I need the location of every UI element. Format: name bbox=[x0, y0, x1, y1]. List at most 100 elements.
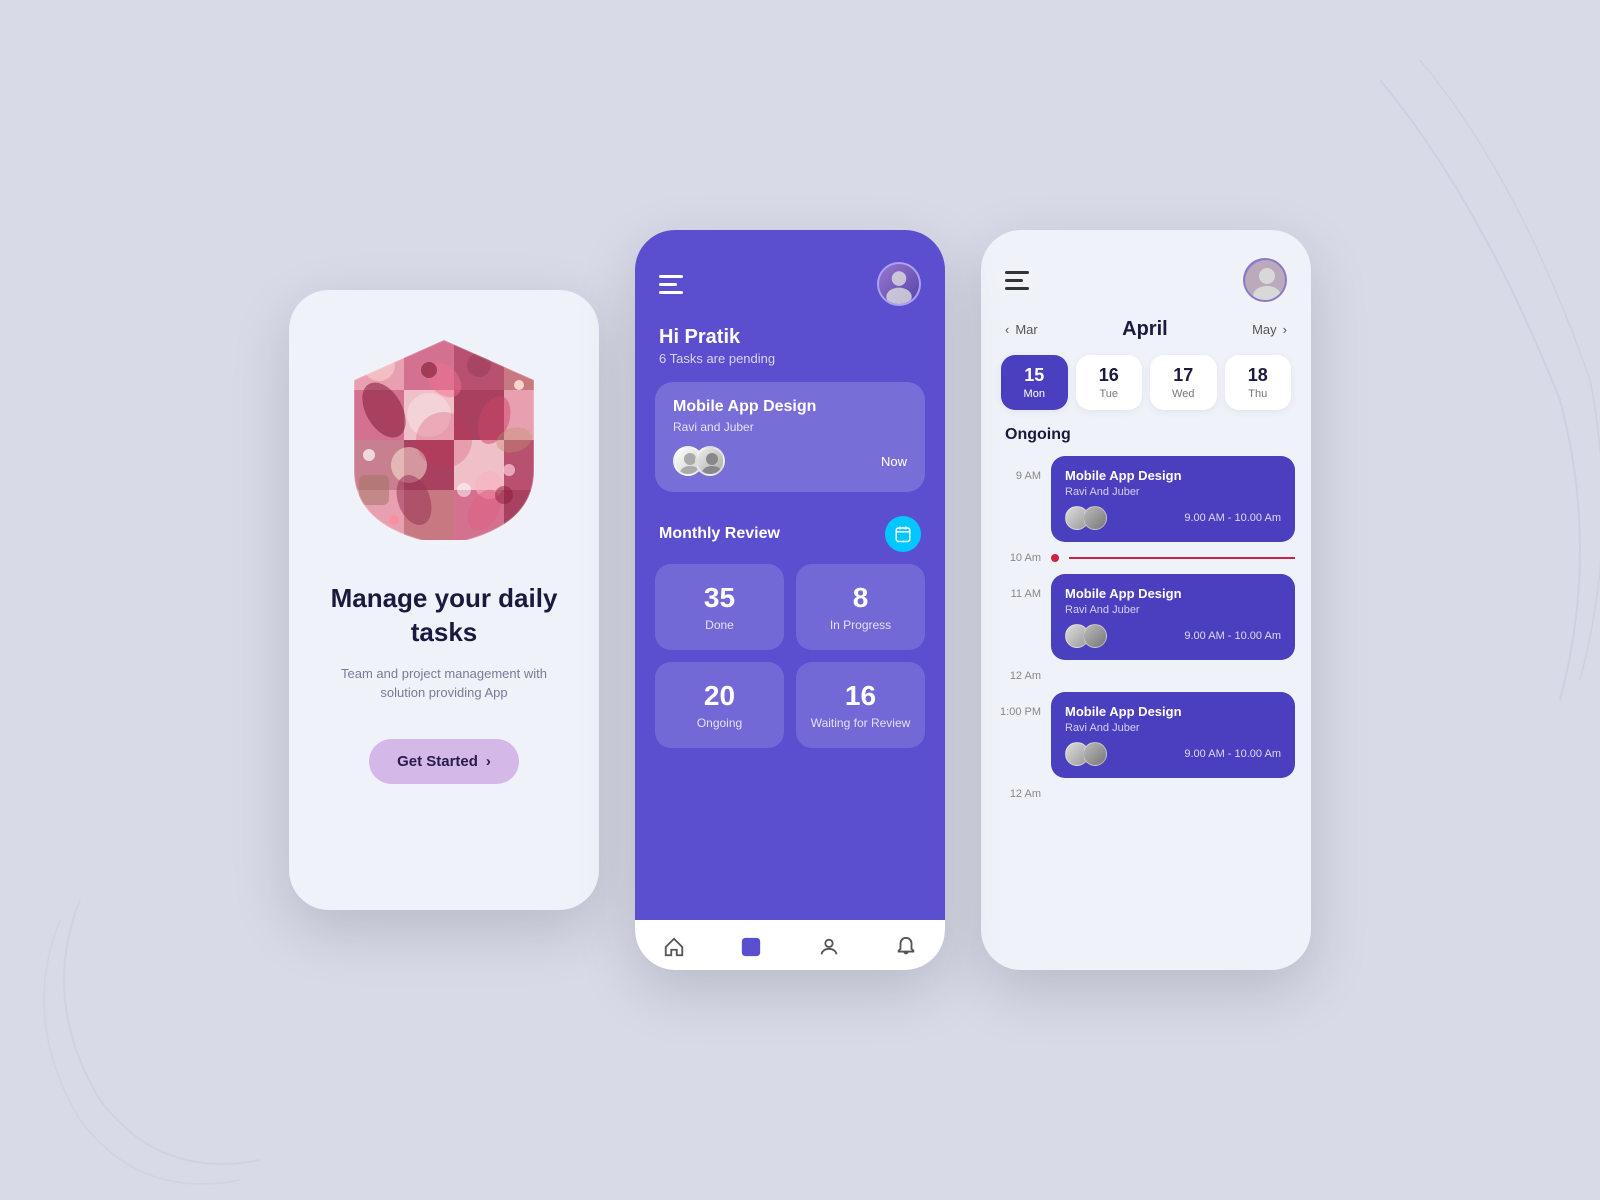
days-selector: 15 Mon 16 Tue 17 Wed 18 Thu bbox=[981, 355, 1311, 426]
event-3-footer: 9.00 AM - 10.00 Am bbox=[1065, 742, 1281, 766]
illustration bbox=[334, 330, 554, 550]
chevron-right-icon: › bbox=[486, 753, 491, 770]
event-2-avatar-2 bbox=[1083, 624, 1107, 648]
hamburger-menu-icon[interactable] bbox=[659, 275, 683, 294]
day-num-18: 18 bbox=[1231, 365, 1286, 386]
nav-tasks-icon[interactable] bbox=[738, 934, 764, 960]
stat-ongoing-label: Ongoing bbox=[697, 716, 742, 730]
timeline-row-2: 11 AM Mobile App Design Ravi And Juber 9… bbox=[997, 574, 1295, 660]
chevron-left-icon: ‹ bbox=[1005, 322, 1009, 337]
event-2-avatars bbox=[1065, 624, 1101, 648]
get-started-label: Get Started bbox=[397, 753, 478, 770]
stat-done-number: 35 bbox=[704, 582, 735, 614]
screen3-user-avatar[interactable] bbox=[1243, 258, 1287, 302]
timeline-row-3: 1:00 PM Mobile App Design Ravi And Juber… bbox=[997, 692, 1295, 778]
time-label-9am: 9 AM bbox=[997, 456, 1041, 482]
ongoing-section-title: Ongoing bbox=[981, 426, 1311, 456]
screens-container: Manage your daily tasks Team and project… bbox=[289, 230, 1311, 970]
event-3-title: Mobile App Design bbox=[1065, 704, 1281, 719]
stat-waiting: 16 Waiting for Review bbox=[796, 662, 925, 748]
event-1-avatar-2 bbox=[1083, 506, 1107, 530]
day-17-wed[interactable]: 17 Wed bbox=[1150, 355, 1217, 410]
timeline-divider: 10 Am bbox=[997, 552, 1295, 564]
stat-waiting-number: 16 bbox=[845, 680, 876, 712]
day-name-thu: Thu bbox=[1231, 388, 1286, 400]
nav-profile-icon[interactable] bbox=[816, 934, 842, 960]
monthly-review-title: Monthly Review bbox=[659, 525, 780, 543]
day-name-tue: Tue bbox=[1082, 388, 1137, 400]
screen3-header bbox=[981, 230, 1311, 318]
nav-home-icon[interactable] bbox=[661, 934, 687, 960]
day-num-17: 17 bbox=[1156, 365, 1211, 386]
task-avatar-2 bbox=[695, 446, 725, 476]
event-3-time-range: 9.00 AM - 10.00 Am bbox=[1184, 748, 1281, 760]
screen2-header bbox=[635, 230, 945, 322]
stat-done: 35 Done bbox=[655, 564, 784, 650]
user-avatar[interactable] bbox=[877, 262, 921, 306]
nav-notifications-icon[interactable] bbox=[893, 934, 919, 960]
event-2-footer: 9.00 AM - 10.00 Am bbox=[1065, 624, 1281, 648]
event-1-sub: Ravi And Juber bbox=[1065, 486, 1281, 498]
chevron-right-icon: › bbox=[1283, 322, 1287, 337]
task-avatars bbox=[673, 446, 717, 476]
event-1-time-range: 9.00 AM - 10.00 Am bbox=[1184, 512, 1281, 524]
day-num-16: 16 bbox=[1082, 365, 1137, 386]
monthly-review-header: Monthly Review bbox=[635, 508, 945, 564]
onboarding-title: Manage your daily tasks bbox=[319, 582, 569, 650]
stat-waiting-label: Waiting for Review bbox=[811, 716, 911, 730]
event-2-title: Mobile App Design bbox=[1065, 586, 1281, 601]
day-name-mon: Mon bbox=[1007, 388, 1062, 400]
stat-ongoing: 20 Ongoing bbox=[655, 662, 784, 748]
prev-month-label: Mar bbox=[1015, 322, 1037, 337]
next-month-button[interactable]: May › bbox=[1252, 322, 1287, 337]
stat-progress-number: 8 bbox=[853, 582, 869, 614]
stat-progress-label: In Progress bbox=[830, 618, 891, 632]
event-card-2[interactable]: Mobile App Design Ravi And Juber 9.00 AM… bbox=[1051, 574, 1295, 660]
stat-ongoing-number: 20 bbox=[704, 680, 735, 712]
task-time-label: Now bbox=[881, 454, 907, 469]
current-month-label: April bbox=[1122, 318, 1168, 341]
day-num-15: 15 bbox=[1007, 365, 1062, 386]
greeting-subtitle: 6 Tasks are pending bbox=[659, 351, 921, 366]
timeline: 9 AM Mobile App Design Ravi And Juber 9.… bbox=[981, 456, 1311, 970]
stat-done-label: Done bbox=[705, 618, 734, 632]
event-1-title: Mobile App Design bbox=[1065, 468, 1281, 483]
event-1-avatars bbox=[1065, 506, 1101, 530]
onboarding-subtitle: Team and project management with solutio… bbox=[319, 664, 569, 703]
greeting-section: Hi Pratik 6 Tasks are pending bbox=[635, 322, 945, 382]
day-18-thu[interactable]: 18 Thu bbox=[1225, 355, 1292, 410]
event-3-avatar-2 bbox=[1083, 742, 1107, 766]
current-time-line bbox=[1069, 557, 1295, 559]
time-label-1pm: 1:00 PM bbox=[997, 692, 1041, 718]
event-3-avatars bbox=[1065, 742, 1101, 766]
current-time-dot bbox=[1051, 554, 1059, 562]
event-1-footer: 9.00 AM - 10.00 Am bbox=[1065, 506, 1281, 530]
prev-month-button[interactable]: ‹ Mar bbox=[1005, 322, 1038, 337]
next-month-label: May bbox=[1252, 322, 1277, 337]
event-2-sub: Ravi And Juber bbox=[1065, 604, 1281, 616]
calendar-navigation: ‹ Mar April May › bbox=[981, 318, 1311, 355]
time-label-12am-end: 12 Am bbox=[997, 788, 1041, 800]
task-card-title: Mobile App Design bbox=[673, 398, 907, 416]
event-2-time-range: 9.00 AM - 10.00 Am bbox=[1184, 630, 1281, 642]
task-card-sub: Ravi and Juber bbox=[673, 420, 907, 434]
screen-tasks: Hi Pratik 6 Tasks are pending Mobile App… bbox=[635, 230, 945, 970]
screen-calendar: ‹ Mar April May › 15 Mon 16 Tue 17 Wed bbox=[981, 230, 1311, 970]
featured-task-card[interactable]: Mobile App Design Ravi and Juber bbox=[655, 382, 925, 492]
task-card-footer: Now bbox=[673, 446, 907, 476]
calendar-icon-button[interactable] bbox=[885, 516, 921, 552]
day-name-wed: Wed bbox=[1156, 388, 1211, 400]
screen3-hamburger-icon[interactable] bbox=[1005, 271, 1029, 290]
event-card-3[interactable]: Mobile App Design Ravi And Juber 9.00 AM… bbox=[1051, 692, 1295, 778]
timeline-row-1: 9 AM Mobile App Design Ravi And Juber 9.… bbox=[997, 456, 1295, 542]
time-label-12am: 12 Am bbox=[997, 670, 1041, 682]
day-16-tue[interactable]: 16 Tue bbox=[1076, 355, 1143, 410]
event-3-sub: Ravi And Juber bbox=[1065, 722, 1281, 734]
stats-grid: 35 Done 8 In Progress 20 Ongoing 16 Wait… bbox=[635, 564, 945, 764]
day-15-mon[interactable]: 15 Mon bbox=[1001, 355, 1068, 410]
greeting-name: Hi Pratik bbox=[659, 326, 921, 349]
event-card-1[interactable]: Mobile App Design Ravi And Juber 9.00 AM… bbox=[1051, 456, 1295, 542]
stat-in-progress: 8 In Progress bbox=[796, 564, 925, 650]
time-label-11am: 11 AM bbox=[997, 574, 1041, 600]
get-started-button[interactable]: Get Started › bbox=[369, 739, 519, 784]
